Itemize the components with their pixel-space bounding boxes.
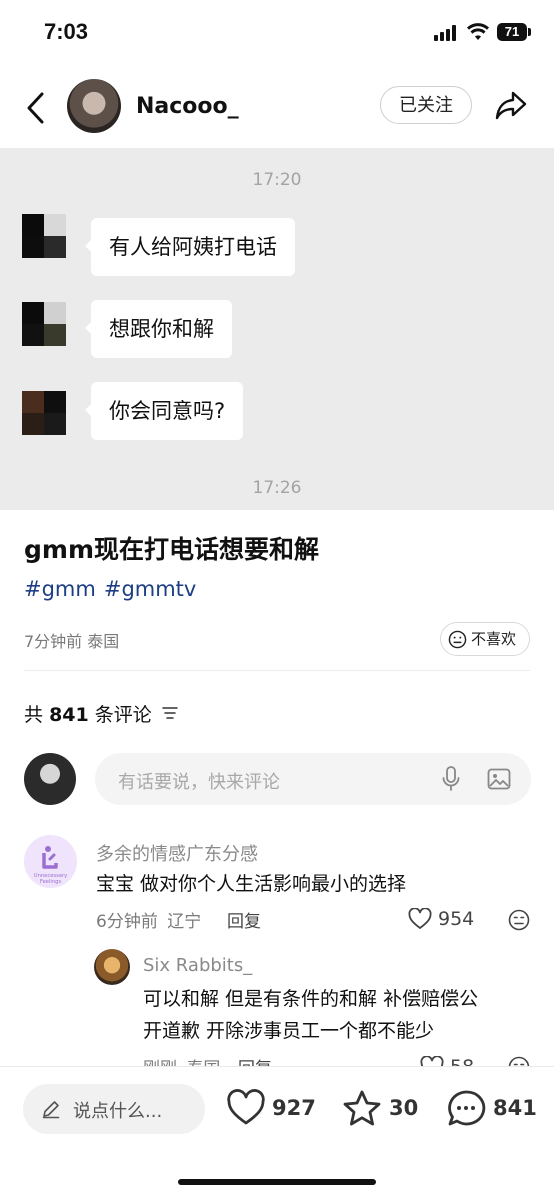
hashtag-link[interactable]: #gmm [24,577,96,601]
like-heart-icon[interactable] [226,1089,266,1127]
svg-text:Feelings: Feelings [40,879,62,885]
follow-button[interactable]: 已关注 [380,86,472,124]
commenter-avatar[interactable] [94,949,130,985]
comment-count-number: 841 [49,704,89,726]
chat-message: 想跟你和解 [85,300,232,358]
comment-text: 宝宝 做对你个人生活影响最小的选择 [96,873,407,895]
comment-meta: 6分钟前 辽宁 [96,907,205,932]
microphone-icon[interactable] [441,766,461,792]
favorite-count: 30 [389,1096,419,1120]
hashtag-link[interactable]: #gmmtv [104,577,197,601]
commenter-avatar[interactable]: Unnecessary Feelings [24,835,77,888]
comment-time: 6分钟前 [96,912,158,932]
back-icon[interactable] [22,90,50,126]
share-icon[interactable] [494,88,528,122]
post-meta: 7分钟前 泰国 [24,628,119,652]
comment-count-bottom: 841 [493,1096,537,1120]
chat-avatar [22,391,66,435]
comment-likes: 954 [438,908,475,930]
star-icon[interactable] [342,1089,382,1127]
say-something-label: 说点什么... [73,1101,163,1122]
post-tags: #gmm #gmmtv [24,577,204,601]
image-icon[interactable] [487,768,511,790]
comment-text-line: 可以和解 但是有条件的和解 补偿赔偿公 [143,988,479,1010]
comment-location: 辽宁 [167,912,202,932]
comment-count-suffix: 条评论 [94,704,152,726]
wifi-icon [467,23,489,40]
post-title: gmm现在打电话想要和解 [24,535,319,564]
comment-count-prefix: 共 [24,704,44,726]
comment-bubble-icon[interactable] [446,1089,486,1127]
author-avatar[interactable] [67,79,121,133]
post-time: 7分钟前 [24,632,83,651]
commenter-username[interactable]: Six Rabbits_ [143,955,252,976]
chat-timestamp: 17:20 [252,170,302,190]
comment-text-line: 开道歉 开除涉事员工一个都不能少 [143,1020,435,1042]
sort-icon[interactable] [162,706,178,720]
divider [24,670,530,671]
like-count: 927 [272,1096,316,1120]
post-location: 泰国 [87,632,120,651]
heart-icon[interactable] [408,908,432,930]
chat-message: 你会同意吗? [84,382,244,440]
my-avatar [24,753,76,805]
commenter-username[interactable]: 多余的情感广东分感 [96,840,258,866]
dislike-label: 不喜欢 [471,630,517,648]
chat-avatar [22,214,66,258]
post-header: Nacooo_ 已关注 [0,66,554,148]
bottom-action-bar: 说点什么... 927 30 841 [0,1066,554,1201]
pencil-icon [42,1101,60,1119]
comment-input-placeholder: 有话要说，快来评论 [118,772,280,793]
comment-input[interactable]: 有话要说，快来评论 [95,753,531,805]
unnecessary-feelings-logo: Unnecessary Feelings [24,835,77,888]
post-image[interactable]: 17:20 有人给阿姨打电话 想跟你和解 你会同意吗? 17:26 [0,148,554,510]
say-something-input[interactable]: 说点什么... [23,1084,205,1134]
battery-nub [528,28,531,36]
chat-message: 有人给阿姨打电话 [85,218,295,276]
home-indicator[interactable] [178,1179,376,1185]
battery-icon: 71 [497,23,527,41]
unhappy-face-icon [448,630,467,649]
dislike-face-icon[interactable] [508,909,530,931]
status-time: 7:03 [44,19,89,44]
author-username[interactable]: Nacooo_ [136,94,239,119]
dislike-button[interactable]: 不喜欢 [440,622,530,656]
cellular-signal-icon [434,25,460,41]
comment-count: 共 841 条评论 [24,700,152,727]
status-bar: 7:03 71 [0,0,554,66]
reply-button[interactable]: 回复 [227,907,261,932]
chat-timestamp: 17:26 [252,478,302,498]
chat-avatar [22,302,66,346]
